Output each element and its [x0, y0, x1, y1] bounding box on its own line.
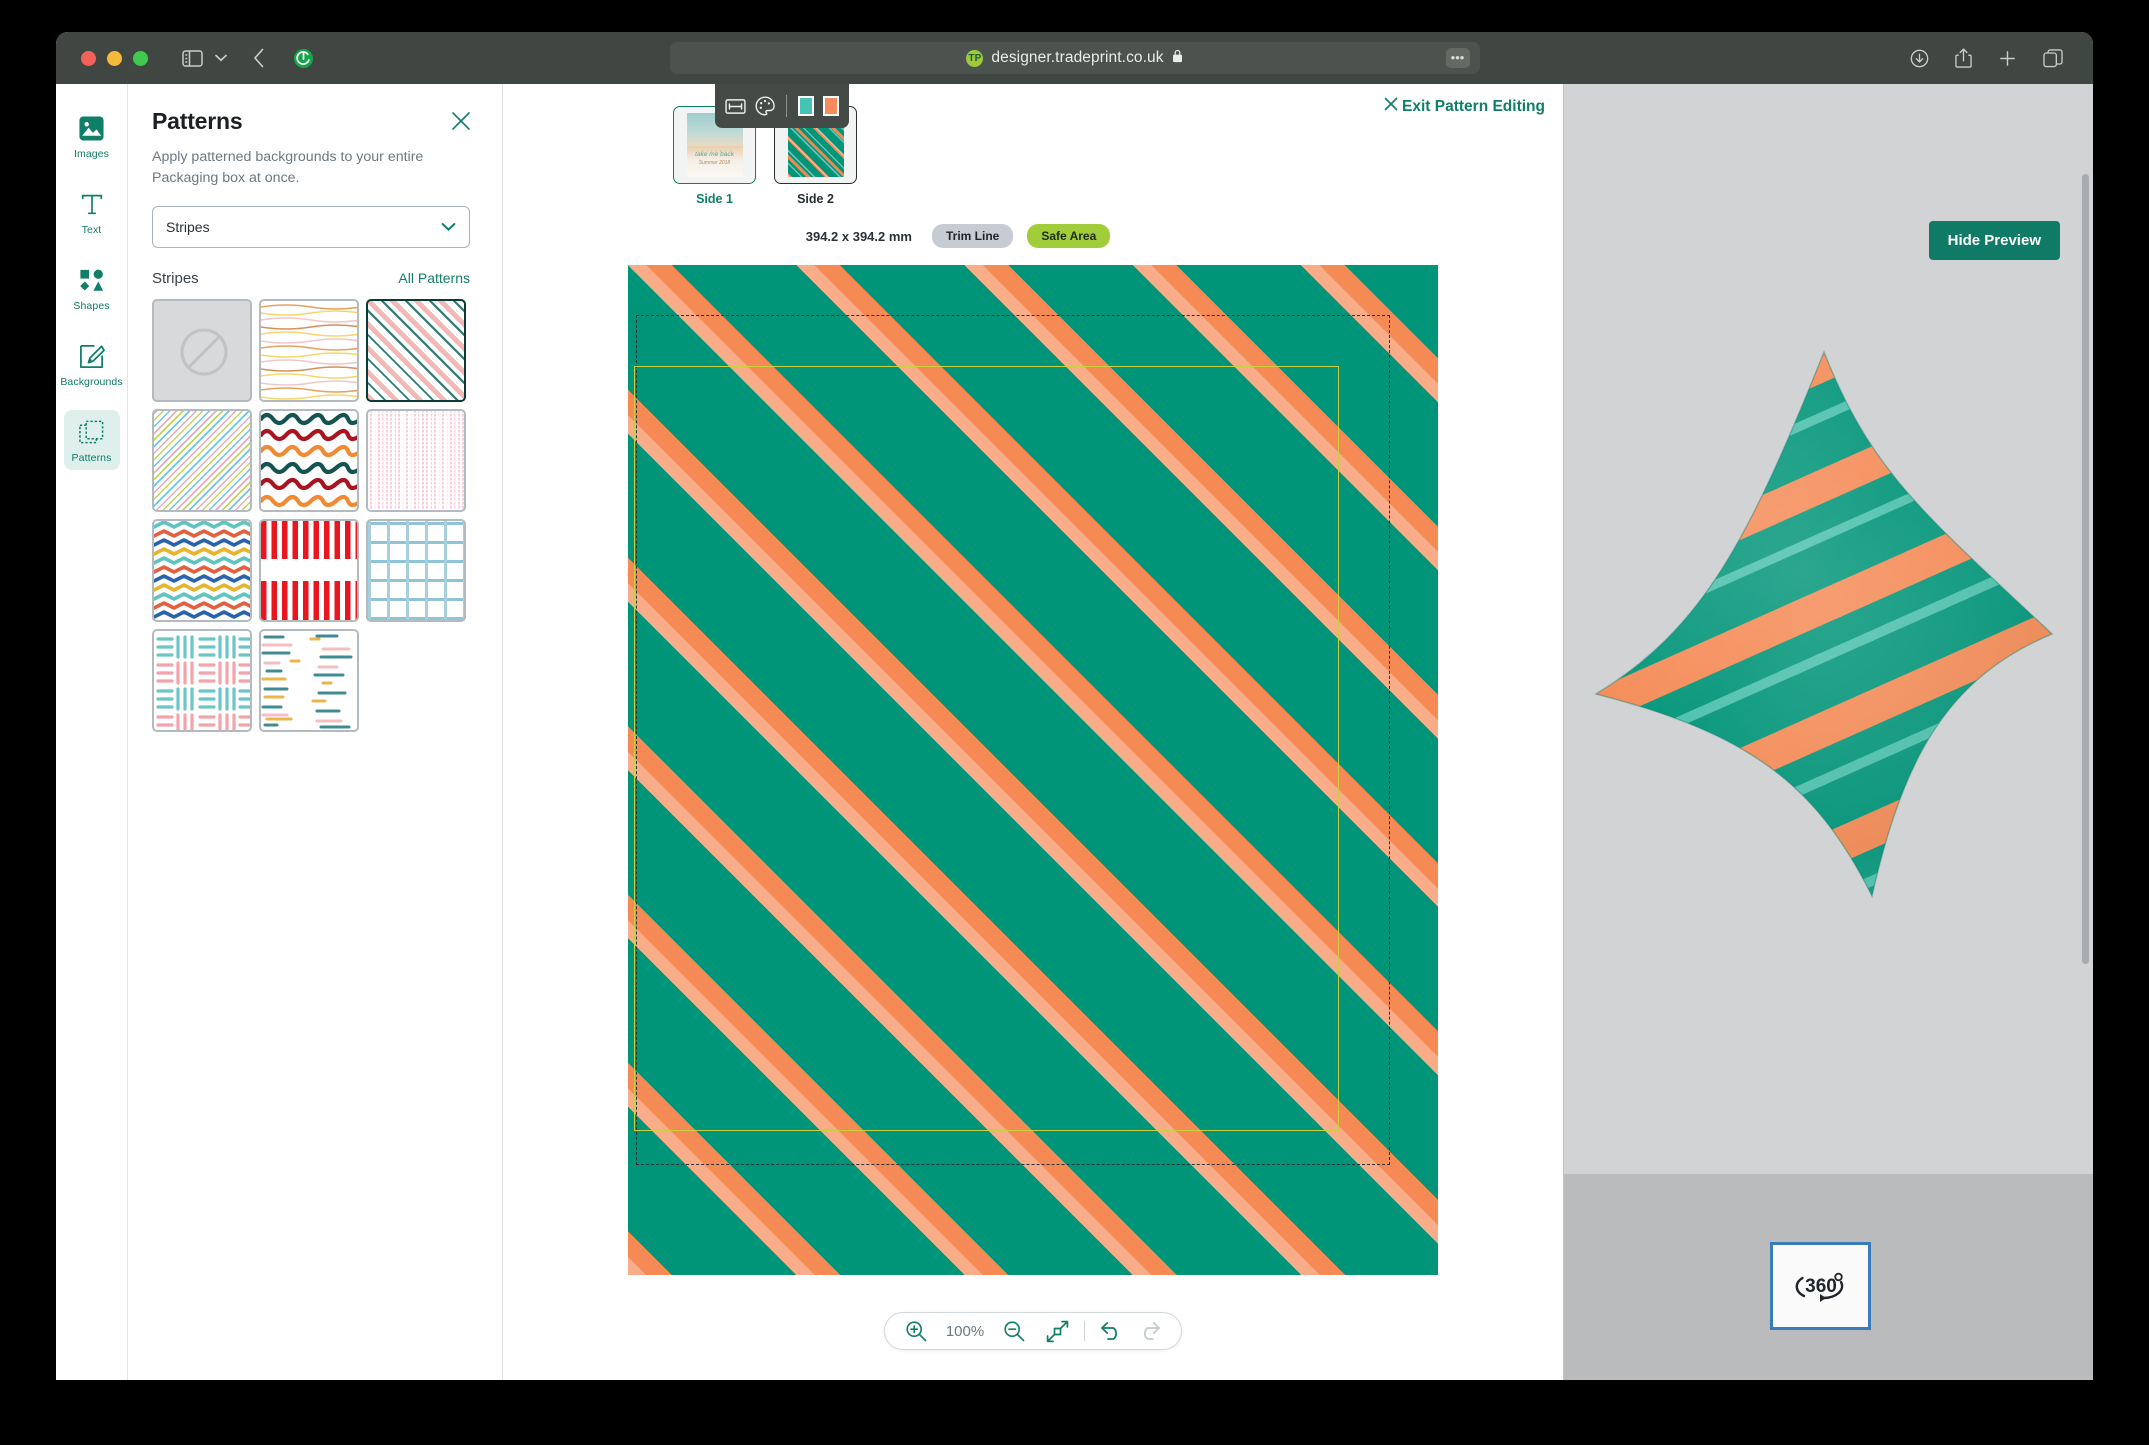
all-patterns-link[interactable]: All Patterns	[398, 270, 470, 286]
pattern-swatch-red-vertical[interactable]	[259, 519, 359, 623]
sidebar-item-label: Backgrounds	[60, 376, 123, 388]
browser-window: TP designer.tradeprint.co.uk ••• Images …	[56, 32, 2093, 1380]
zoom-level-value: 100%	[945, 1322, 985, 1340]
close-icon	[1384, 97, 1398, 116]
toolbar-divider	[786, 95, 787, 117]
plus-icon[interactable]	[1998, 49, 2017, 68]
side1-caption-2: Summer 2018	[698, 160, 731, 167]
sidebar-item-label: Text	[81, 224, 102, 236]
side-label: Side 2	[797, 192, 834, 206]
address-bar-content: TP designer.tradeprint.co.uk	[966, 49, 1182, 68]
canvas-area: Exit Pattern Editing • • • • • • • • tak…	[503, 84, 1563, 1380]
preview-scrollbar[interactable]	[2082, 174, 2089, 964]
window-controls[interactable]	[81, 50, 148, 66]
pattern-swatch-chevron-multi[interactable]	[152, 519, 252, 623]
pattern-swatch-dash-scatter[interactable]	[259, 629, 359, 733]
shapes-icon	[77, 265, 107, 295]
hide-preview-button[interactable]: Hide Preview	[1928, 221, 2060, 260]
pattern-swatch-diagonal-duo[interactable]	[366, 299, 466, 403]
pattern-subheader-row: Stripes All Patterns	[152, 270, 470, 287]
minimize-window-button[interactable]	[107, 50, 122, 66]
pattern-swatch-wavy-horizontal[interactable]	[259, 299, 359, 403]
resize-icon[interactable]	[725, 95, 746, 117]
brush-icon	[77, 341, 107, 371]
pattern-swatch-zigzag-wave[interactable]	[259, 409, 359, 513]
address-bar[interactable]: TP designer.tradeprint.co.uk •••	[669, 42, 1480, 74]
pattern-swatch-vertical-pink[interactable]	[366, 409, 466, 513]
download-icon[interactable]	[1910, 49, 1929, 68]
redo-icon[interactable]	[1138, 1321, 1161, 1341]
browser-titlebar: TP designer.tradeprint.co.uk •••	[56, 32, 2093, 84]
sidebar-item-label: Images	[73, 148, 110, 160]
sidebar-item-text[interactable]: Text	[64, 182, 120, 242]
side-label: Side 1	[696, 192, 733, 206]
page-title: Patterns	[152, 108, 243, 134]
zoom-out-icon[interactable]	[1003, 1320, 1025, 1342]
safe-area-badge[interactable]: Safe Area	[1027, 224, 1111, 248]
pattern-color-swatch-1[interactable]	[797, 96, 814, 116]
pattern-grid	[152, 299, 474, 733]
patterns-icon	[77, 417, 107, 447]
pattern-category-value: Stripes	[166, 219, 210, 236]
sidebar-toggle-icon[interactable]	[182, 49, 203, 67]
sidebar-item-images[interactable]: Images	[64, 106, 120, 166]
address-bar-url: designer.tradeprint.co.uk	[991, 49, 1164, 66]
preview-pane: Hide Preview 360	[1563, 84, 2093, 1380]
close-window-button[interactable]	[81, 50, 96, 66]
app-body: Images Text Shapes Backgrounds Patterns …	[56, 84, 2093, 1380]
pattern-color-swatch-2[interactable]	[822, 96, 839, 116]
undo-icon[interactable]	[1100, 1321, 1123, 1341]
patterns-panel: Patterns Apply patterned backgrounds to …	[128, 84, 503, 1380]
reload-icon[interactable]	[293, 48, 314, 69]
pattern-swatch-diagonal-multi[interactable]	[152, 409, 252, 513]
pattern-category-select[interactable]: Stripes	[152, 206, 470, 249]
exit-pattern-label: Exit Pattern Editing	[1402, 97, 1545, 115]
tabs-overview-icon[interactable]	[2043, 48, 2063, 68]
rotate-360-label: 360	[1805, 1276, 1837, 1297]
fit-screen-icon[interactable]	[1046, 1320, 1069, 1343]
back-chevron-icon[interactable]	[253, 48, 265, 68]
tool-rail: Images Text Shapes Backgrounds Patterns	[56, 84, 128, 1380]
zoom-in-icon[interactable]	[905, 1320, 927, 1342]
sidebar-item-label: Shapes	[73, 300, 110, 312]
site-favicon: TP	[966, 49, 984, 67]
safe-area-guide	[634, 366, 1339, 1131]
product-3d-preview[interactable]	[1572, 334, 2072, 914]
image-icon	[77, 113, 107, 143]
more-ellipsis-icon[interactable]: •••	[1445, 48, 1470, 68]
artboard-info-row: 394.2 x 394.2 mm Trim Line Safe Area	[503, 224, 1563, 248]
artboard-dimensions: 394.2 x 394.2 mm	[805, 228, 912, 244]
palette-icon[interactable]	[755, 95, 775, 117]
sidebar-item-patterns[interactable]: Patterns	[63, 410, 120, 470]
close-icon[interactable]	[450, 110, 472, 132]
sidebar-item-shapes[interactable]: Shapes	[64, 258, 120, 318]
text-icon	[77, 189, 107, 219]
sidebar-item-backgrounds[interactable]: Backgrounds	[60, 334, 123, 394]
pattern-swatch-dash-weave[interactable]	[152, 629, 252, 733]
preview-lower-tray: 360	[1564, 1174, 2093, 1380]
browser-toolbar-right	[1910, 48, 2073, 68]
exit-pattern-editing-button[interactable]: Exit Pattern Editing	[1384, 97, 1545, 116]
pattern-group-label: Stripes	[152, 270, 199, 288]
pattern-swatch-grid-blue[interactable]	[366, 519, 466, 623]
maximize-window-button[interactable]	[133, 50, 148, 66]
panel-description: Apply patterned backgrounds to your enti…	[152, 149, 424, 186]
zoom-toolbar-divider	[1084, 1321, 1085, 1341]
side1-caption-1: take me back	[695, 151, 734, 159]
pattern-swatch-none[interactable]	[152, 299, 252, 403]
lock-icon	[1172, 49, 1183, 68]
floating-pattern-toolbar	[715, 84, 849, 128]
sidebar-item-label: Patterns	[71, 452, 112, 464]
artboard-wrapper	[628, 265, 1438, 1275]
zoom-toolbar: 100%	[884, 1312, 1182, 1350]
chevron-down-icon	[441, 219, 456, 236]
share-icon[interactable]	[1955, 48, 1972, 68]
rotate-360-button[interactable]: 360	[1770, 1242, 1871, 1330]
trim-line-badge[interactable]: Trim Line	[931, 224, 1014, 248]
chevron-down-icon[interactable]	[215, 54, 227, 62]
